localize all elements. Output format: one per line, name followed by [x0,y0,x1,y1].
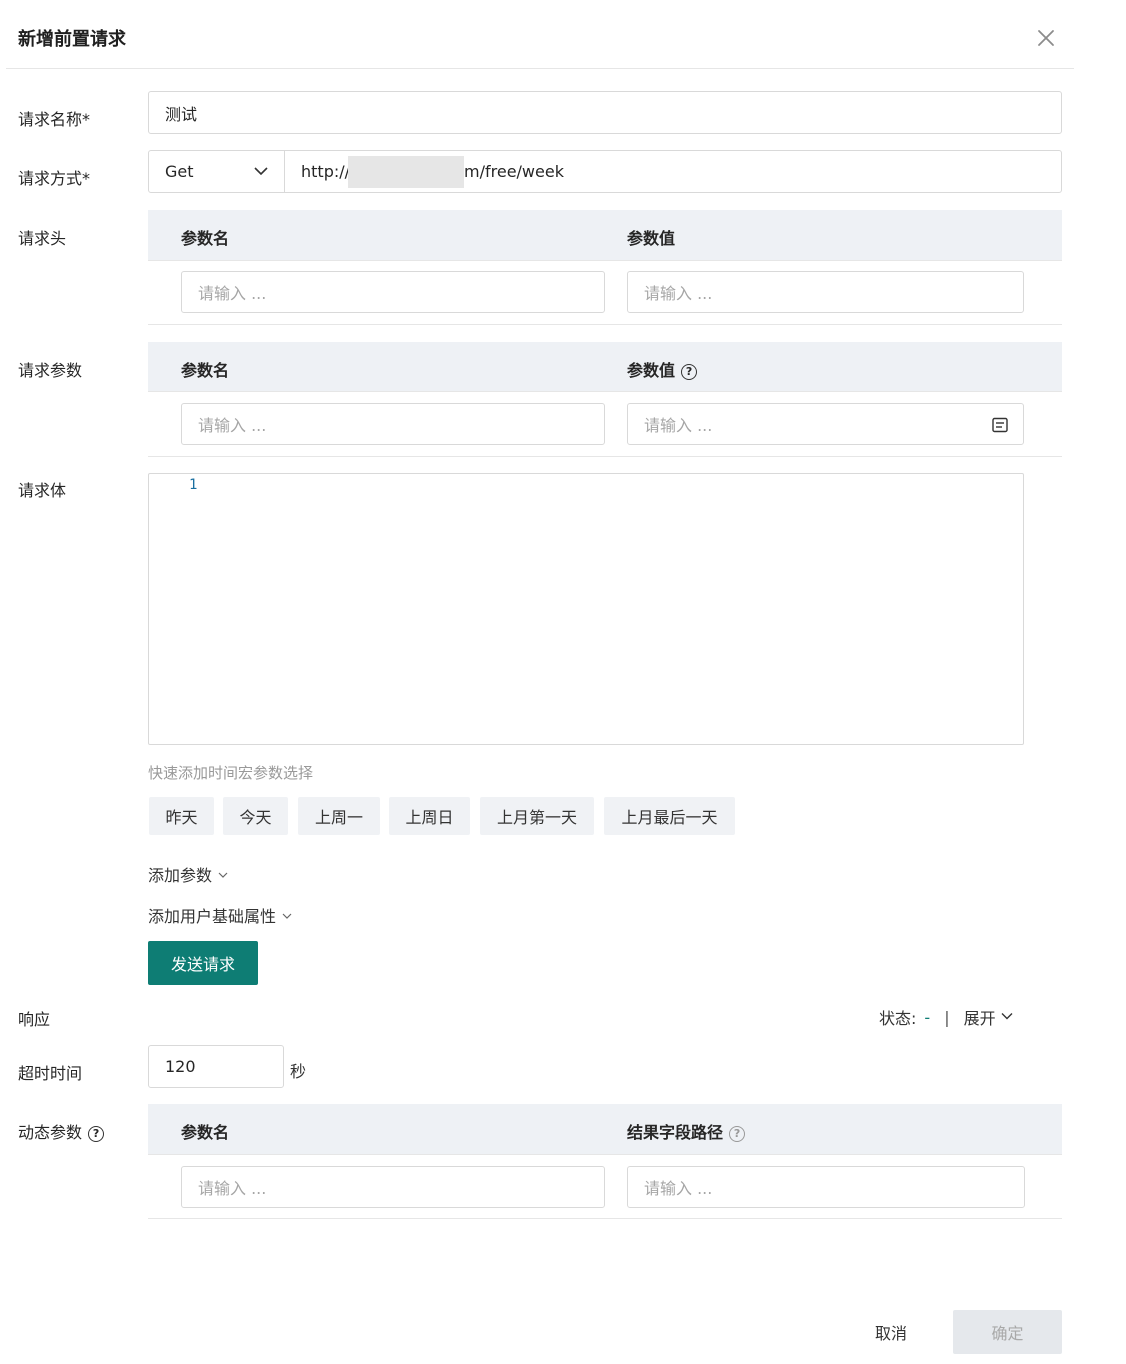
divider [148,1218,1062,1219]
param-name-placeholder: 请输入 ... [198,416,267,435]
timeout-unit: 秒 [290,1062,307,1081]
dynamic-label-wrap: 动态参数? [18,1119,105,1143]
request-method-label: 请求方式* [18,169,91,188]
close-icon[interactable] [1032,24,1060,52]
add-param-label: 添加参数 [148,866,213,885]
header-value-placeholder: 请输入 ... [644,284,713,303]
send-request-button[interactable]: 发送请求 [148,941,258,985]
chip-last-sunday[interactable]: 上周日 [389,797,470,835]
timeout-label: 超时时间 [18,1064,83,1083]
response-status-bar: 状态: - | 展开 [879,1005,1014,1029]
header-name-input[interactable]: 请输入 ... [181,271,605,313]
chip-last-month-last[interactable]: 上月最后一天 [604,797,735,835]
url-prefix: http:// [301,162,351,181]
add-user-attr-label: 添加用户基础属性 [148,907,277,926]
request-name-label: 请求名称* [18,110,91,129]
method-value: Get [165,162,194,181]
chevron-down-icon [253,163,269,183]
header-divider [6,68,1074,69]
add-param-dropdown[interactable]: 添加参数 [148,862,229,886]
body-editor[interactable] [148,473,1024,745]
line-number: 1 [189,477,198,493]
help-icon[interactable]: ? [88,1125,105,1142]
add-user-attr-dropdown[interactable]: 添加用户基础属性 [148,903,293,927]
chevron-down-icon [217,866,229,885]
chip-last-monday[interactable]: 上周一 [298,797,380,835]
chip-yesterday[interactable]: 昨天 [149,797,214,835]
chevron-down-icon [281,907,293,926]
divider [148,324,1062,325]
headers-col-value: 参数值 [627,229,676,248]
params-label: 请求参数 [18,361,83,380]
chip-today[interactable]: 今天 [223,797,288,835]
params-col-name: 参数名 [181,361,230,380]
macro-picker-icon[interactable] [991,416,1009,438]
method-select[interactable]: Get [148,150,285,193]
params-col-value-wrap: 参数值? [627,357,698,381]
dynamic-col-name: 参数名 [181,1123,230,1142]
params-col-value: 参数值 [627,361,676,380]
dynamic-col-path: 结果字段路径 [627,1123,724,1142]
divider [148,260,1062,261]
quick-macros-hint: 快速添加时间宏参数选择 [148,764,314,782]
dynamic-name-input[interactable]: 请输入 ... [181,1166,605,1208]
request-name-input[interactable]: 测试 [148,91,1062,134]
url-input[interactable]: http:// m/free/week [284,150,1062,193]
headers-label: 请求头 [18,229,67,248]
dynamic-col-path-wrap: 结果字段路径? [627,1119,746,1143]
divider [148,391,1062,392]
divider [148,1154,1062,1155]
param-value-input[interactable]: 请输入 ... [627,403,1024,445]
dynamic-label: 动态参数 [18,1123,83,1142]
cancel-button[interactable]: 取消 [858,1312,924,1352]
url-suffix: m/free/week [464,162,564,181]
headers-col-name: 参数名 [181,229,230,248]
status-label: 状态: [879,1009,917,1028]
dynamic-name-placeholder: 请输入 ... [198,1179,267,1198]
help-icon[interactable]: ? [729,1125,746,1142]
headers-table-header [148,210,1062,260]
dialog-title: 新增前置请求 [18,29,126,50]
dynamic-path-placeholder: 请输入 ... [644,1179,713,1198]
confirm-button[interactable]: 确定 [953,1310,1062,1354]
dynamic-table-header [148,1104,1062,1154]
header-value-input[interactable]: 请输入 ... [627,271,1024,313]
chevron-down-icon [1000,1008,1014,1027]
request-name-value: 测试 [165,104,198,124]
status-value: - [924,1007,931,1027]
response-label: 响应 [18,1010,51,1029]
divider [148,456,1062,457]
timeout-input[interactable]: 120 [148,1045,284,1088]
param-name-input[interactable]: 请输入 ... [181,403,605,445]
help-icon[interactable]: ? [681,363,698,380]
status-separator: | [944,1007,950,1027]
redacted-area [348,155,465,188]
chip-last-month-first[interactable]: 上月第一天 [480,797,594,835]
body-label: 请求体 [18,481,67,500]
expand-label: 展开 [963,1009,996,1028]
expand-toggle[interactable]: 展开 [964,1005,1014,1029]
timeout-value: 120 [165,1057,196,1076]
params-table-header [148,342,1062,392]
header-name-placeholder: 请输入 ... [198,284,267,303]
dynamic-path-input[interactable]: 请输入 ... [627,1166,1025,1208]
param-value-placeholder: 请输入 ... [644,416,713,435]
